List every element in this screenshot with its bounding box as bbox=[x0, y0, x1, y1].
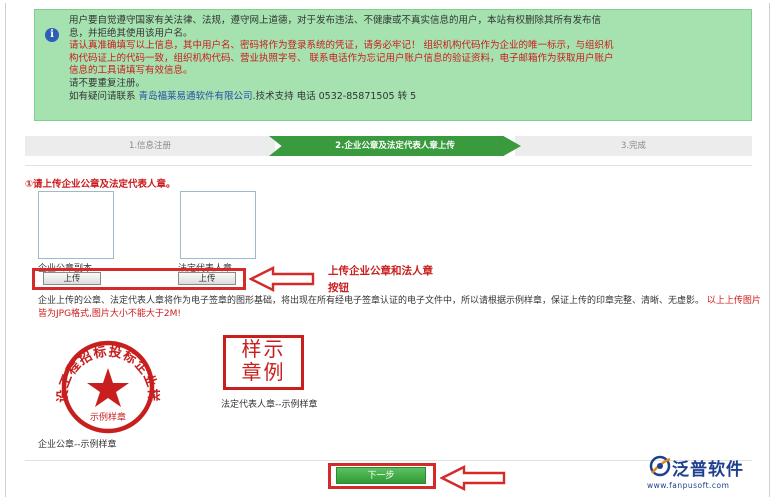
notice-line: 请认真准确填写以上信息，其中用户名、密码将作为登录系统的凭证，请务必牢记！ 组织… bbox=[69, 40, 614, 52]
section-title: ①请上传企业公章及法定代表人章。 bbox=[25, 179, 176, 190]
step-seal-upload-active: 2.企业公章及法定代表人章上传 bbox=[269, 136, 521, 156]
divider bbox=[25, 165, 752, 166]
company-seal-sample-icon: 建设工程招标投标企业样章 示例样章 bbox=[38, 339, 160, 434]
left-arrow-icon bbox=[440, 465, 506, 491]
step-info-register: 1.信息注册 bbox=[25, 136, 275, 156]
info-icon: i bbox=[45, 28, 59, 42]
notice-line: 请不要重复注册。 bbox=[69, 77, 146, 89]
legal-rep-stamp-sample: 样示 章例 bbox=[223, 335, 304, 390]
contact-prefix: 如有疑问请联系 bbox=[69, 90, 139, 102]
stamp-line1: 样示 bbox=[241, 337, 286, 361]
step-progress: 1.信息注册 3.完成 2.企业公章及法定代表人章上传 bbox=[25, 136, 752, 156]
contact-suffix: .技术支持 电话 0532-85871505 转 5 bbox=[252, 90, 417, 102]
upload-description: 企业上传的公章、法定代表人章将作为电子签章的图形基础，将出现在所有经电子签章认证… bbox=[38, 295, 768, 320]
stamp-line2: 章例 bbox=[241, 360, 286, 384]
notice-text: 用户要自觉遵守国家有关法律、法规，遵守网上道德，对于发布违法、不健康或不真实信息… bbox=[69, 15, 749, 103]
description-main: 企业上传的公章、法定代表人章将作为电子签章的图形基础，将出现在所有经电子签章认证… bbox=[38, 296, 705, 306]
seal-bottom-text: 示例样章 bbox=[90, 411, 126, 423]
left-arrow-icon bbox=[249, 266, 315, 292]
company-link[interactable]: 青岛福莱易通软件有限公司 bbox=[139, 91, 253, 102]
next-step-button[interactable]: 下一步 bbox=[336, 467, 426, 484]
notice-contact: 如有疑问请联系 青岛福莱易通软件有限公司.技术支持 电话 0532-858715… bbox=[69, 91, 749, 104]
logo-url: www.fanpusoft.com bbox=[647, 481, 730, 490]
notice-line: 构代码证上的代码一致，组织机构代码、营业执照字号、 联系电话作为忘记用户账户信息… bbox=[69, 52, 614, 64]
company-seal-preview bbox=[38, 191, 114, 259]
callout-line1: 上传企业公章和法人章 bbox=[328, 265, 433, 277]
legal-rep-stamp-sample-label: 法定代表人章--示例样章 bbox=[221, 400, 318, 410]
legal-rep-seal-preview bbox=[180, 191, 256, 259]
notice-panel: i 用户要自觉遵守国家有关法律、法规，遵守网上道德，对于发布违法、不健康或不真实… bbox=[34, 9, 752, 121]
company-seal-sample-label: 企业公章--示例样章 bbox=[38, 440, 117, 450]
bottom-divider bbox=[25, 460, 752, 461]
upload-buttons-highlight bbox=[32, 268, 246, 290]
notice-line: 信息的工具请填写有效信息。 bbox=[69, 65, 193, 77]
notice-line: 息，并拒绝其使用该用户名。 bbox=[69, 27, 193, 39]
step-complete: 3.完成 bbox=[515, 136, 752, 156]
upload-callout: 上传企业公章和法人章 按钮 bbox=[328, 263, 433, 297]
notice-line: 用户要自觉遵守国家有关法律、法规，遵守网上道德，对于发布违法、不健康或不真实信息… bbox=[69, 15, 602, 26]
logo-name: 泛普软件 bbox=[672, 460, 744, 480]
